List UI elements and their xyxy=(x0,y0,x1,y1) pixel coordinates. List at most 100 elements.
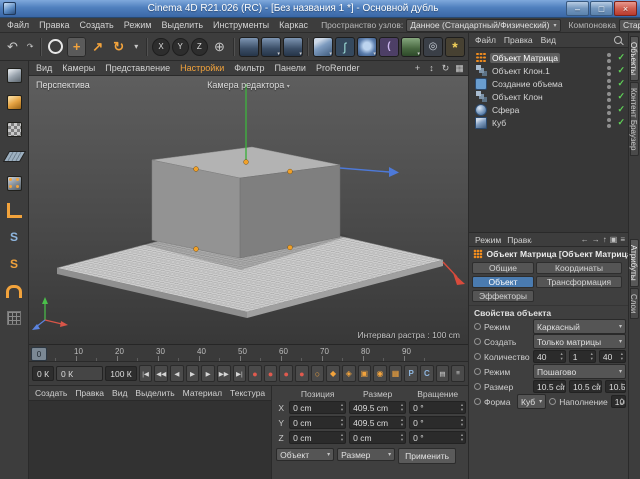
am-menu-edit[interactable]: Правка xyxy=(504,235,532,245)
enabled-check-icon[interactable]: ✓ xyxy=(617,65,625,76)
enabled-check-icon[interactable]: ✓ xyxy=(617,91,625,102)
viewport-canvas[interactable] xyxy=(29,76,468,344)
key-interpolation-button[interactable]: ◈ xyxy=(342,365,356,382)
close-button[interactable]: × xyxy=(614,1,637,16)
size-y-field[interactable]: 10.5 cm xyxy=(569,380,602,393)
tab-content-browser-vertical[interactable]: Контент Браузер xyxy=(630,82,639,156)
mode-dropdown[interactable]: Каркасный xyxy=(533,319,626,334)
visibility-dots[interactable] xyxy=(607,118,611,128)
visibility-dots[interactable] xyxy=(607,66,611,76)
keyframe-dot-icon[interactable] xyxy=(474,323,481,330)
history-forward-icon[interactable]: → xyxy=(592,235,600,244)
lock-panel-icon[interactable]: ▣ xyxy=(610,235,618,244)
mat-menu-view[interactable]: Вид xyxy=(108,388,131,398)
minimize-button[interactable]: – xyxy=(566,1,589,16)
z-rotation-field[interactable]: 0 ° xyxy=(409,431,466,444)
play-button[interactable]: ▶ xyxy=(186,365,200,382)
vp-menu-panels[interactable]: Панели xyxy=(270,63,311,73)
track-display-button[interactable]: ▦ xyxy=(389,365,403,382)
add-light-button[interactable]: * xyxy=(445,37,465,57)
motion-mode-button[interactable]: ◉ xyxy=(373,365,387,382)
menu-create[interactable]: Создать xyxy=(75,20,119,30)
model-mode-button[interactable] xyxy=(4,92,24,112)
vp-menu-view[interactable]: Вид xyxy=(31,63,57,73)
add-subdivision-surface-button[interactable]: ▾ xyxy=(357,37,377,57)
lock-y-axis-button[interactable]: Y xyxy=(172,38,189,56)
vp-menu-display[interactable]: Представление xyxy=(100,63,175,73)
add-environment-floor-button[interactable]: ▾ xyxy=(401,37,421,57)
cube-handle[interactable] xyxy=(194,167,199,172)
maximize-button[interactable]: □ xyxy=(590,1,613,16)
scale-tool-button[interactable]: ↗ xyxy=(88,37,107,57)
mat-menu-create[interactable]: Создать xyxy=(31,388,71,398)
quantize-button[interactable] xyxy=(4,308,24,328)
move-tool-button[interactable]: + xyxy=(67,37,86,57)
viewport-rotate-icon[interactable]: ↻ xyxy=(439,62,452,74)
current-frame-field[interactable]: 0 К xyxy=(56,366,103,381)
timeline-ruler[interactable]: 0 10 20 30 40 50 60 70 80 90 0 xyxy=(29,345,468,362)
viewport-zoom-icon[interactable]: ↕ xyxy=(425,62,438,74)
count-z-field[interactable]: 40 xyxy=(599,350,626,363)
mat-menu-edit[interactable]: Правка xyxy=(71,388,108,398)
cube-handle[interactable] xyxy=(194,247,199,252)
live-selection-button[interactable] xyxy=(46,37,65,57)
make-editable-button[interactable] xyxy=(4,65,24,85)
tab-layers-vertical[interactable]: Слои xyxy=(630,288,639,319)
parameter-mode-button[interactable]: P xyxy=(404,365,418,382)
keyframe-dot-icon[interactable] xyxy=(474,368,481,375)
y-rotation-field[interactable]: 0 ° xyxy=(409,416,466,429)
menu-mesh[interactable]: Каркас xyxy=(274,20,313,30)
tab-basic[interactable]: Общие xyxy=(472,262,534,274)
current-frame-marker[interactable]: 0 xyxy=(31,347,47,361)
tab-coordinates[interactable]: Координаты xyxy=(536,262,622,274)
autokey-toggle[interactable]: ○ xyxy=(311,365,325,382)
add-deformer-bend-button[interactable]: ( xyxy=(379,37,399,57)
enabled-check-icon[interactable]: ✓ xyxy=(617,78,625,89)
material-list-area[interactable] xyxy=(29,401,271,479)
viewport[interactable]: Перспектива Камера редактора ▾ Интервал … xyxy=(29,76,468,345)
vp-menu-cameras[interactable]: Камеры xyxy=(57,63,100,73)
om-menu-edit[interactable]: Правка xyxy=(500,35,537,45)
object-row-volume-builder[interactable]: Создание объема ✓ xyxy=(469,77,628,90)
generate-dropdown[interactable]: Только матрицы xyxy=(533,334,626,349)
object-row-cloner[interactable]: Объект Клон ✓ xyxy=(469,90,628,103)
shape-dropdown[interactable]: Куб xyxy=(517,394,546,409)
workplane-mode-button[interactable] xyxy=(4,146,24,166)
cube-handle[interactable] xyxy=(288,169,293,174)
keyframe-dot-icon[interactable] xyxy=(474,398,481,405)
camera-label[interactable]: Камера редактора ▾ xyxy=(29,80,468,90)
start-frame-field[interactable]: 0 К xyxy=(32,366,54,381)
size-z-field[interactable]: 10.5 cm xyxy=(605,380,626,393)
keyframe-dot-icon[interactable] xyxy=(549,398,556,405)
tab-object[interactable]: Объект xyxy=(472,276,534,288)
fcurve-button[interactable]: ▤ xyxy=(436,365,450,382)
search-icon[interactable] xyxy=(614,36,622,44)
coordinate-system-button[interactable]: ⊕ xyxy=(210,37,229,57)
menu-edit[interactable]: Правка xyxy=(34,20,74,30)
om-menu-file[interactable]: Файл xyxy=(471,35,500,45)
coord-size-dropdown[interactable]: Размер xyxy=(337,448,395,461)
menu-file[interactable]: Файл xyxy=(2,20,34,30)
count-x-field[interactable]: 40 xyxy=(533,350,566,363)
tab-effectors[interactable]: Эффекторы xyxy=(472,290,534,302)
add-spline-pen-button[interactable]: ʃ xyxy=(335,37,355,57)
viewport-pan-icon[interactable]: + xyxy=(411,62,424,74)
enable-axis-button[interactable] xyxy=(4,200,24,220)
record-rotation-toggle[interactable]: ● xyxy=(295,365,309,382)
lock-z-axis-button[interactable]: Z xyxy=(191,38,208,56)
vp-menu-options[interactable]: Настройки xyxy=(175,63,229,73)
go-to-start-button[interactable]: |◀ xyxy=(139,365,153,382)
z-size-field[interactable]: 0 cm xyxy=(349,431,406,444)
object-row-cloner1[interactable]: Объект Клон.1 ✓ xyxy=(469,64,628,77)
object-properties-section[interactable]: Свойства объекта xyxy=(469,306,628,319)
layout-dropdown[interactable]: Стартовая xyxy=(619,19,640,32)
size-x-field[interactable]: 10.5 cm xyxy=(533,380,566,393)
keyframe-selection-button[interactable]: ◆ xyxy=(326,365,340,382)
enabled-check-icon[interactable]: ✓ xyxy=(617,117,625,128)
visibility-dots[interactable] xyxy=(607,79,611,89)
timeline-mode-button[interactable]: ▣ xyxy=(358,365,372,382)
mat-menu-select[interactable]: Выделить xyxy=(131,388,178,398)
rotate-tool-button[interactable]: ↻ xyxy=(109,37,128,57)
fill-field[interactable]: 100 % xyxy=(611,395,626,408)
x-rotation-field[interactable]: 0 ° xyxy=(409,401,466,414)
